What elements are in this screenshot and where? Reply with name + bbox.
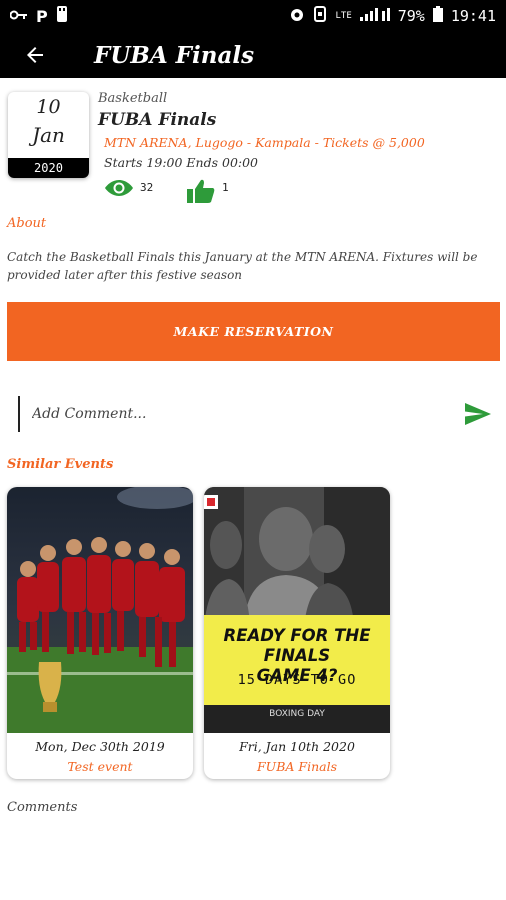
comment-box — [8, 393, 498, 435]
thumbs-up-icon[interactable] — [186, 178, 216, 204]
event-image-promo: READY FOR THE FINALS GAME 4? 15 DAYS TO … — [204, 487, 390, 733]
similar-events-heading: Similar Events — [7, 457, 114, 472]
similar-event-card[interactable]: Mon, Dec 30th 2019 Test event — [7, 487, 193, 779]
make-reservation-button[interactable]: MAKE RESERVATION — [7, 302, 500, 361]
eye-icon — [105, 180, 133, 196]
promo-footer: BOXING DAY — [269, 709, 325, 719]
about-text: Catch the Basketball Finals this January… — [7, 250, 478, 282]
status-bar-right: LTE 79% 19:41 — [289, 6, 496, 26]
event-time: Starts 19:00 Ends 00:00 — [104, 155, 259, 170]
status-bar: P LTE 79% 19:41 — [0, 0, 506, 32]
event-month: Jan — [32, 123, 65, 147]
comment-input[interactable] — [18, 396, 458, 432]
similar-event-name: Test event — [67, 759, 133, 774]
signal-icon — [359, 7, 390, 25]
event-date-card: 10 Jan 2020 — [8, 92, 89, 178]
event-title: FUBA Finals — [98, 110, 217, 130]
about-heading: About — [7, 216, 47, 231]
vibrate-icon — [313, 6, 327, 26]
app-bar: FUBA Finals — [0, 32, 506, 78]
comments-heading: Comments — [7, 800, 78, 815]
views-count: 32 — [140, 181, 154, 194]
event-day: 10 — [36, 96, 61, 118]
views-stat: 32 — [104, 178, 153, 198]
key-icon — [9, 7, 28, 25]
promo-countdown: 15 DAYS TO GO — [237, 672, 357, 688]
usb-icon — [56, 6, 68, 26]
send-button[interactable] — [458, 394, 498, 434]
similar-event-name: FUBA Finals — [257, 759, 337, 774]
page-title: FUBA Finals — [94, 41, 255, 69]
similar-event-date: Mon, Dec 30th 2019 — [35, 739, 165, 754]
event-venue: MTN ARENA, Lugogo - Kampala - Tickets @ … — [104, 135, 425, 150]
network-type-label: LTE — [335, 11, 352, 21]
clock-time: 19:41 — [450, 7, 496, 25]
event-image-celebration — [7, 487, 193, 733]
parking-icon: P — [36, 6, 48, 26]
battery-icon — [432, 6, 443, 26]
similar-event-card[interactable]: READY FOR THE FINALS GAME 4? 15 DAYS TO … — [204, 487, 390, 779]
likes-stat[interactable]: 1 — [186, 178, 229, 204]
similar-event-date: Fri, Jan 10th 2020 — [239, 739, 355, 754]
back-button[interactable] — [0, 32, 70, 78]
battery-percent: 79% — [397, 7, 425, 25]
alarm-icon — [289, 6, 305, 26]
arrow-left-icon — [27, 47, 43, 63]
promo-headline-line-1: READY FOR THE FINALS — [223, 626, 371, 665]
status-bar-left: P — [9, 6, 68, 26]
likes-count: 1 — [222, 181, 229, 194]
send-icon — [465, 403, 491, 425]
event-year: 2020 — [8, 158, 89, 178]
event-category: Basketball — [98, 91, 168, 106]
